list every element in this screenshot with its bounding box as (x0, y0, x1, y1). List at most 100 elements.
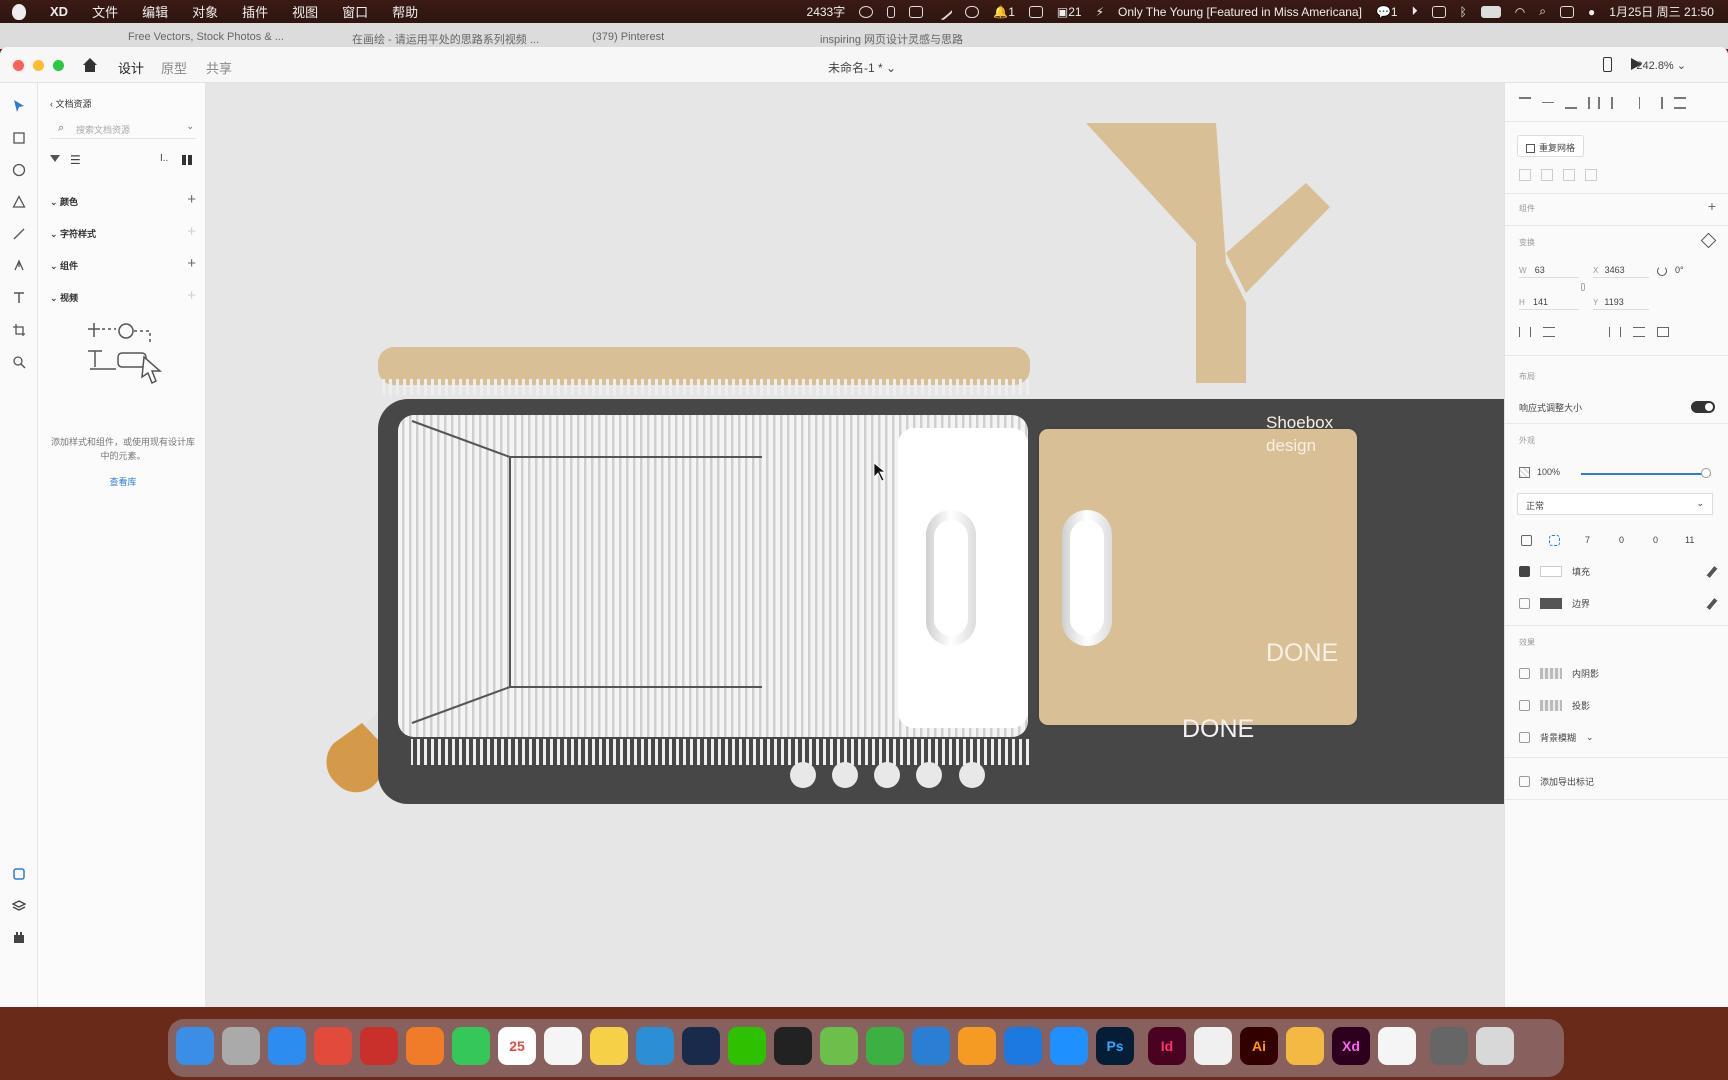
filter-icon[interactable] (50, 155, 60, 162)
radius-br[interactable]: 0 (1653, 535, 1658, 545)
dock-ai-icon[interactable]: Ai (1240, 1027, 1278, 1065)
list-view-icon[interactable]: I.. (160, 153, 168, 164)
dock-finder-icon[interactable] (176, 1027, 214, 1065)
lock-aspect-icon[interactable] (1581, 283, 1585, 291)
add-component-button[interactable]: + (187, 255, 196, 272)
responsive-resize-toggle[interactable] (1691, 401, 1715, 413)
menu-file[interactable]: 文件 (92, 2, 118, 21)
microphone-icon[interactable] (887, 5, 896, 18)
menu-plugins[interactable]: 插件 (242, 2, 268, 21)
dock-pages-icon[interactable] (958, 1027, 996, 1065)
zoom-window-button[interactable] (53, 60, 64, 71)
browser-tab[interactable]: Free Vectors, Stock Photos & ... (128, 31, 284, 43)
dock-boot-icon[interactable] (820, 1027, 858, 1065)
zoom-tool-icon[interactable] (12, 355, 26, 369)
flip-horizontal-icon[interactable] (1519, 327, 1531, 337)
inner-shadow-checkbox[interactable] (1519, 668, 1530, 679)
section-components[interactable]: ⌄ 组件 + (50, 255, 196, 272)
design-canvas[interactable]: Shoebox design DONE DONE (206, 83, 1504, 1007)
done-card-label[interactable]: DONE (1266, 639, 1338, 668)
menu-help[interactable]: 帮助 (392, 2, 418, 21)
bg-blur-checkbox[interactable] (1519, 732, 1530, 743)
radius-same-icon[interactable] (1521, 535, 1532, 546)
close-window-button[interactable] (13, 60, 24, 71)
intersect-icon[interactable] (1563, 169, 1575, 181)
siri-icon[interactable]: ● (1588, 5, 1595, 19)
dock-opera-icon[interactable] (360, 1027, 398, 1065)
dock-id-icon[interactable]: Id (1148, 1027, 1186, 1065)
text-tool-icon[interactable] (12, 291, 26, 305)
polygon-tool-icon[interactable] (12, 195, 26, 209)
align-top-icon[interactable] (1519, 97, 1531, 109)
wifi-icon[interactable]: ◠ (1515, 5, 1525, 19)
document-title[interactable]: 未命名-1 * ⌄ (828, 59, 896, 76)
artboard-tool-icon[interactable] (12, 323, 26, 337)
browser-tab[interactable]: 在画绘 - 请运用平处的思路系列视频 ... (352, 31, 539, 47)
sync-icon[interactable] (1431, 5, 1446, 18)
align-left-icon[interactable] (1611, 97, 1623, 109)
assets-panel-icon[interactable] (12, 867, 26, 881)
x-field[interactable]: X 3463 (1593, 263, 1649, 278)
add-video-button[interactable]: + (187, 287, 196, 304)
play-icon[interactable]: ⏵ (1412, 4, 1418, 19)
zoom-level[interactable]: 242.8% ⌄ (1636, 59, 1686, 72)
align-right-icon[interactable] (1651, 97, 1663, 109)
dock-quicktime-icon[interactable] (682, 1027, 720, 1065)
width-field[interactable]: W 63 (1519, 263, 1579, 278)
emoji-icon[interactable] (859, 5, 874, 18)
union-icon[interactable] (1519, 169, 1531, 181)
input-method-icon[interactable] (909, 5, 924, 18)
dock-edge-icon[interactable] (636, 1027, 674, 1065)
flip-vertical-icon[interactable] (1543, 327, 1555, 337)
dock-chrome-icon[interactable] (314, 1027, 352, 1065)
home-icon[interactable] (82, 58, 98, 72)
blend-mode-select[interactable]: 正常 ⌄ (1517, 493, 1713, 515)
tab-design[interactable]: 设计 (118, 58, 145, 87)
dock-xd-icon[interactable]: Xd (1332, 1027, 1370, 1065)
notification-status[interactable]: 🔔1 (993, 5, 1015, 19)
align-middle-icon[interactable] (1542, 97, 1554, 103)
rectangle-tool-icon[interactable] (12, 131, 26, 145)
plugins-panel-icon[interactable] (12, 931, 26, 945)
dock-preview-icon[interactable] (1378, 1027, 1416, 1065)
app-badge[interactable]: ▣21 (1057, 5, 1082, 19)
radius-individual-icon[interactable] (1549, 535, 1560, 546)
height-field[interactable]: H 141 (1519, 295, 1579, 310)
menu-window[interactable]: 窗口 (342, 2, 368, 21)
shoebox-design-label[interactable]: Shoebox design (1266, 411, 1346, 457)
line-tool-icon[interactable] (12, 227, 26, 241)
opacity-slider-handle[interactable] (1701, 468, 1711, 478)
menu-object[interactable]: 对象 (192, 2, 218, 21)
dock-launchpad-icon[interactable] (222, 1027, 260, 1065)
pin-left-right-icon[interactable] (1609, 327, 1621, 337)
dock-notes-icon[interactable] (590, 1027, 628, 1065)
align-bottom-icon[interactable] (1565, 97, 1577, 109)
app-menu[interactable]: XD (50, 4, 68, 19)
repeat-grid-button[interactable]: 重复网格 (1517, 135, 1585, 157)
radius-bl[interactable]: 11 (1685, 535, 1694, 545)
grid-view-icon[interactable] (182, 155, 192, 165)
distribute-vertical-icon[interactable] (1674, 97, 1686, 109)
eyedropper-icon[interactable] (1706, 597, 1718, 610)
cloud-icon[interactable] (965, 5, 980, 18)
dock-ps-icon[interactable]: Ps (1096, 1027, 1134, 1065)
align-center-icon[interactable] (1634, 97, 1640, 109)
distribute-icon[interactable] (1588, 97, 1600, 109)
spotlight-icon[interactable]: ⌕ (1539, 4, 1546, 19)
layers-panel-icon[interactable] (12, 899, 26, 913)
minimize-window-button[interactable] (33, 60, 44, 71)
tab-prototype[interactable]: 原型 (161, 58, 187, 77)
menu-view[interactable]: 视图 (292, 2, 318, 21)
fill-checkbox[interactable] (1519, 566, 1530, 577)
dock-firefox-icon[interactable] (406, 1027, 444, 1065)
wordcount-status[interactable]: 2433字 (807, 3, 846, 20)
dock-qq-icon[interactable] (774, 1027, 812, 1065)
apple-menu-icon[interactable] (12, 3, 26, 20)
dock-lightning-icon[interactable] (1050, 1027, 1088, 1065)
fit-icon[interactable] (1657, 327, 1669, 337)
done-bar-label[interactable]: DONE (1182, 715, 1254, 744)
export-mark-checkbox[interactable] (1519, 776, 1530, 787)
border-checkbox[interactable] (1519, 598, 1530, 609)
chevron-down-icon[interactable]: ⌄ (1586, 732, 1594, 743)
dock-keynote-icon[interactable] (912, 1027, 950, 1065)
